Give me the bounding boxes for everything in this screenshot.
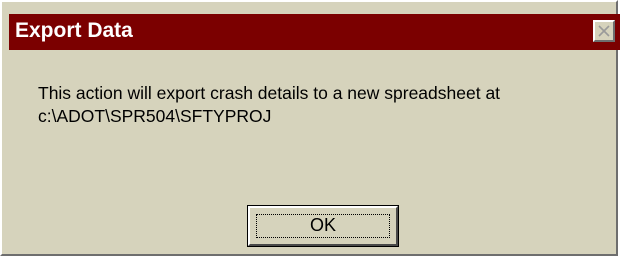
title-bar[interactable]: Export Data (9, 14, 620, 50)
ok-button-default-frame: OK (247, 205, 399, 247)
ok-button-label: OK (309, 215, 336, 235)
ok-button[interactable]: OK (248, 206, 398, 246)
message-line-2: c:\ADOT\SPR504\SFTYPROJ (38, 106, 272, 126)
message-text: This action will export crash details to… (38, 82, 500, 128)
message-line-1: This action will export crash details to… (38, 83, 501, 103)
close-button[interactable] (593, 20, 615, 42)
window-title: Export Data (15, 19, 133, 42)
close-x-icon (598, 25, 610, 37)
export-data-dialog: Export Data This action will export cras… (0, 0, 620, 256)
